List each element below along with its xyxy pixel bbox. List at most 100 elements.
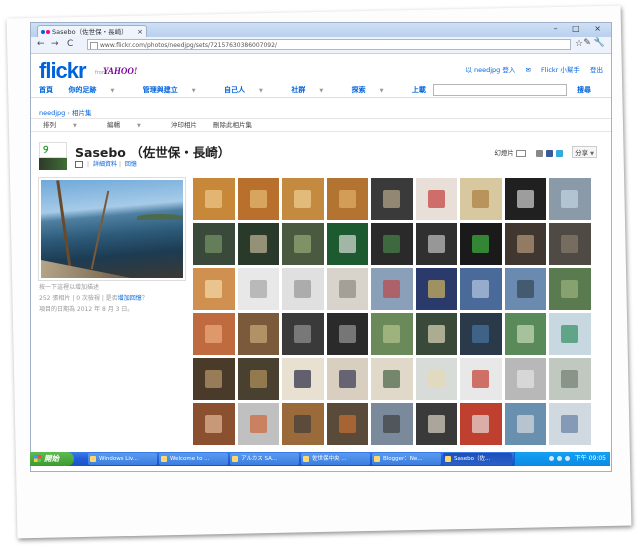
mail-icon[interactable]: ✉ bbox=[525, 66, 530, 74]
back-icon[interactable]: ← bbox=[37, 39, 45, 49]
photo-thumbnail[interactable] bbox=[371, 358, 413, 400]
slideshow-button[interactable]: 幻燈片 bbox=[494, 149, 514, 157]
photo-thumbnail[interactable] bbox=[282, 223, 324, 265]
photo-thumbnail[interactable] bbox=[504, 403, 546, 445]
taskbar-task[interactable]: 佐世保中央 ... bbox=[301, 453, 370, 465]
photo-thumbnail[interactable] bbox=[460, 178, 502, 220]
photo-thumbnail[interactable] bbox=[282, 358, 324, 400]
photo-thumbnail[interactable] bbox=[193, 268, 235, 310]
photo-thumbnail[interactable] bbox=[193, 313, 235, 355]
taskbar-task[interactable]: アルカス SA... bbox=[230, 453, 299, 465]
photo-thumbnail[interactable] bbox=[371, 223, 413, 265]
taskbar-task[interactable]: Welcome to ... bbox=[159, 453, 228, 465]
taskbar-task[interactable]: Blogger：Ne... bbox=[372, 453, 441, 465]
signout-link[interactable]: 登出 bbox=[590, 66, 603, 74]
photo-thumbnail[interactable] bbox=[549, 178, 591, 220]
start-button[interactable]: 開始 bbox=[30, 452, 74, 466]
subnav-print[interactable]: 沖印相片 bbox=[171, 121, 197, 129]
tray-icon[interactable] bbox=[564, 456, 570, 461]
photo-thumbnail[interactable] bbox=[193, 178, 235, 220]
address-bar[interactable]: www.flickr.com/photos/needjpg/sets/72157… bbox=[87, 39, 571, 50]
photo-thumbnail[interactable] bbox=[193, 403, 235, 445]
photo-thumbnail[interactable] bbox=[504, 178, 546, 220]
photo-thumbnail[interactable] bbox=[504, 358, 546, 400]
photo-thumbnail[interactable] bbox=[326, 358, 368, 400]
nav-home[interactable]: 首頁 bbox=[39, 86, 53, 94]
photo-thumbnail[interactable] bbox=[282, 268, 324, 310]
subnav-arrange[interactable]: 排列 ▼ bbox=[43, 121, 91, 129]
photo-thumbnail[interactable] bbox=[415, 223, 457, 265]
breadcrumb-sets[interactable]: 相片集 bbox=[72, 109, 92, 117]
slideshow-icon[interactable] bbox=[515, 149, 526, 157]
nav-explore[interactable]: 探索 ▼ bbox=[352, 86, 397, 94]
nav-contacts[interactable]: 自己人 ▼ bbox=[224, 86, 276, 94]
forward-icon[interactable]: → bbox=[51, 39, 59, 49]
search-button[interactable]: 搜尋 bbox=[577, 85, 591, 95]
reload-icon[interactable]: C bbox=[67, 39, 73, 49]
photo-thumbnail[interactable] bbox=[549, 403, 591, 445]
photo-thumbnail[interactable] bbox=[326, 223, 368, 265]
wrench-icon[interactable]: ✎ 🔧 bbox=[583, 38, 605, 48]
photo-thumbnail[interactable] bbox=[237, 403, 279, 445]
taskbar-task[interactable]: Windows Liv... bbox=[88, 453, 157, 465]
photo-thumbnail[interactable] bbox=[415, 403, 457, 445]
nav-you[interactable]: 你的足跡 ▼ bbox=[68, 86, 127, 94]
photo-thumbnail[interactable] bbox=[460, 358, 502, 400]
flickr-logo[interactable]: flickr bbox=[39, 58, 87, 84]
photo-thumbnail[interactable] bbox=[326, 403, 368, 445]
photo-thumbnail[interactable] bbox=[371, 403, 413, 445]
photo-thumbnail[interactable] bbox=[237, 268, 279, 310]
photo-thumbnail[interactable] bbox=[415, 358, 457, 400]
share-button[interactable]: 分享 ▼ bbox=[572, 146, 597, 158]
photo-thumbnail[interactable] bbox=[371, 268, 413, 310]
photo-thumbnail[interactable] bbox=[415, 313, 457, 355]
window-controls[interactable]: – □ × bbox=[554, 24, 607, 33]
photo-thumbnail[interactable] bbox=[460, 313, 502, 355]
search-input[interactable] bbox=[433, 84, 567, 96]
photo-thumbnail[interactable] bbox=[237, 178, 279, 220]
nav-organize[interactable]: 管理與建立 ▼ bbox=[143, 86, 209, 94]
help-link[interactable]: Flickr 小幫手 bbox=[541, 66, 580, 74]
nav-upload[interactable]: 上載 bbox=[412, 86, 426, 94]
details-link[interactable]: 詳細資料 bbox=[93, 161, 117, 168]
photo-thumbnail[interactable] bbox=[415, 268, 457, 310]
photo-thumbnail[interactable] bbox=[326, 313, 368, 355]
photo-thumbnail[interactable] bbox=[415, 178, 457, 220]
tray-icon[interactable] bbox=[548, 456, 554, 461]
bookmark-star-icon[interactable]: ☆ bbox=[575, 39, 583, 49]
twitter-share-icon[interactable] bbox=[556, 149, 564, 157]
taskbar-task[interactable]: Sasebo（佐... bbox=[443, 453, 512, 465]
browser-tab[interactable]: Sasebo（佐世保・長崎） × bbox=[37, 25, 147, 37]
photo-thumbnail[interactable] bbox=[460, 268, 502, 310]
photo-thumbnail[interactable] bbox=[237, 358, 279, 400]
photo-thumbnail[interactable] bbox=[282, 313, 324, 355]
subnav-edit[interactable]: 編輯 ▼ bbox=[107, 121, 155, 129]
tab-close-icon[interactable]: × bbox=[137, 26, 143, 37]
photo-thumbnail[interactable] bbox=[371, 313, 413, 355]
map-link[interactable]: 回憶 bbox=[125, 161, 137, 168]
add-description-prompt[interactable]: 按一下這裡以增加描述 bbox=[39, 282, 148, 293]
photo-thumbnail[interactable] bbox=[549, 313, 591, 355]
photo-thumbnail[interactable] bbox=[193, 223, 235, 265]
nav-groups[interactable]: 社群 ▼ bbox=[291, 86, 336, 94]
email-share-icon[interactable] bbox=[535, 149, 543, 157]
photo-thumbnail[interactable] bbox=[504, 313, 546, 355]
photo-thumbnail[interactable] bbox=[282, 403, 324, 445]
add-memories-link[interactable]: 增加回憶 bbox=[118, 295, 142, 302]
avatar[interactable]: ୨ bbox=[39, 142, 67, 170]
set-cover-photo[interactable] bbox=[39, 178, 185, 280]
photo-thumbnail[interactable] bbox=[371, 178, 413, 220]
photo-thumbnail[interactable] bbox=[326, 268, 368, 310]
photo-thumbnail[interactable] bbox=[549, 268, 591, 310]
photo-thumbnail[interactable] bbox=[460, 223, 502, 265]
subnav-delete[interactable]: 刪除此相片集 bbox=[213, 121, 252, 129]
photo-thumbnail[interactable] bbox=[504, 223, 546, 265]
photo-thumbnail[interactable] bbox=[326, 178, 368, 220]
signed-in-as[interactable]: 以 needjpg 登入 bbox=[465, 66, 515, 74]
photo-thumbnail[interactable] bbox=[237, 223, 279, 265]
photo-thumbnail[interactable] bbox=[549, 223, 591, 265]
photo-thumbnail[interactable] bbox=[460, 403, 502, 445]
photo-thumbnail[interactable] bbox=[237, 313, 279, 355]
photo-thumbnail[interactable] bbox=[504, 268, 546, 310]
facebook-share-icon[interactable] bbox=[545, 149, 553, 157]
